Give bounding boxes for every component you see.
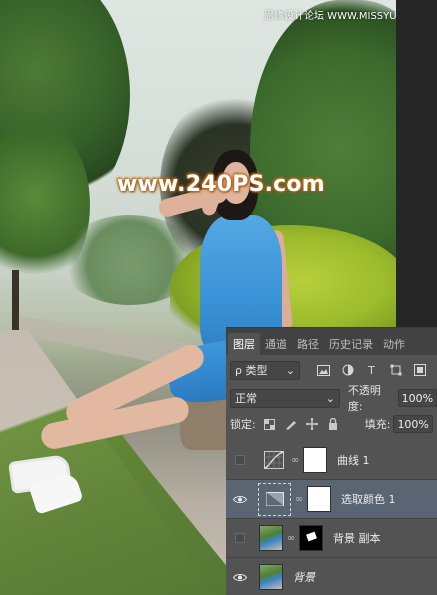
hidden-visibility-icon <box>234 455 245 465</box>
lock-icons <box>264 418 339 430</box>
layer-name[interactable]: 曲线 1 <box>337 452 370 468</box>
layer-mask-thumbnail[interactable] <box>299 525 323 551</box>
chevron-down-icon: ⌄ <box>325 391 335 405</box>
visibility-toggle[interactable] <box>226 533 253 543</box>
panel-tab-bar: 图层 通道 路径 历史记录 动作 <box>226 328 437 355</box>
link-icon[interactable]: ∞ <box>293 494 305 505</box>
layer-curves-1[interactable]: ∞ 曲线 1 <box>226 441 437 480</box>
smart-object-filter-icon[interactable] <box>412 364 427 377</box>
lock-transparent-pixels-icon[interactable] <box>264 418 276 430</box>
link-icon[interactable]: ∞ <box>285 533 297 544</box>
tab-layers[interactable]: 图层 <box>228 333 260 355</box>
blend-mode-value: 正常 <box>235 392 257 405</box>
workspace-strip <box>396 0 437 328</box>
tree-trunk <box>12 270 19 330</box>
lock-row: 锁定: 填充: 100% <box>226 413 437 435</box>
layer-mask-thumbnail[interactable] <box>303 447 327 473</box>
visibility-toggle[interactable] <box>226 495 253 504</box>
adjustment-filter-icon[interactable] <box>340 364 355 377</box>
tab-channels[interactable]: 通道 <box>260 333 292 355</box>
image-filter-icon[interactable] <box>316 364 331 377</box>
link-icon[interactable]: ∞ <box>289 455 301 466</box>
layer-thumbnail[interactable] <box>259 564 283 590</box>
layers-panel: 图层 通道 路径 历史记录 动作 ρ 类型 ⌄ T 正常 ⌄ 不透明度: 100… <box>226 327 437 595</box>
layer-name[interactable]: 选取颜色 1 <box>341 491 396 507</box>
tab-paths[interactable]: 路径 <box>292 333 324 355</box>
layer-name[interactable]: 背景 副本 <box>333 530 381 546</box>
blend-row: 正常 ⌄ 不透明度: 100% <box>226 384 437 413</box>
curves-icon <box>261 447 287 473</box>
shape-filter-icon[interactable] <box>388 364 403 377</box>
filter-label: ρ 类型 <box>235 364 268 377</box>
lock-image-pixels-icon[interactable] <box>285 418 297 430</box>
selective-color-icon <box>258 482 291 516</box>
layer-filter-select[interactable]: ρ 类型 ⌄ <box>230 360 300 380</box>
type-filter-icon[interactable]: T <box>364 364 379 377</box>
lock-position-icon[interactable] <box>305 418 318 430</box>
layer-background-copy[interactable]: ∞ 背景 副本 <box>226 519 437 558</box>
filter-icons: T <box>316 364 427 377</box>
layer-thumbnail[interactable] <box>259 525 283 551</box>
blend-mode-select[interactable]: 正常 ⌄ <box>230 388 340 408</box>
layer-list: ∞ 曲线 1 ∞ 选取颜色 1 ∞ 背景 副本 背景 <box>226 441 437 595</box>
layer-name[interactable]: 背景 <box>293 569 315 585</box>
chevron-down-icon: ⌄ <box>285 363 295 377</box>
lock-label: 锁定: <box>230 418 256 431</box>
visibility-toggle[interactable] <box>226 573 253 582</box>
tab-actions[interactable]: 动作 <box>378 333 410 355</box>
opacity-label: 不透明度: <box>347 384 381 413</box>
layer-mask-thumbnail[interactable] <box>307 486 331 512</box>
opacity-input[interactable]: 100% <box>397 389 437 407</box>
watermark-240ps: www.240PS.com <box>117 172 325 197</box>
layer-background[interactable]: 背景 <box>226 558 437 595</box>
visibility-toggle[interactable] <box>226 455 253 465</box>
lock-all-icon[interactable] <box>327 418 339 430</box>
fill-input[interactable]: 100% <box>393 415 434 433</box>
fill-label: 填充: <box>364 418 391 431</box>
hidden-visibility-icon <box>234 533 245 543</box>
layer-selective-color-1[interactable]: ∞ 选取颜色 1 <box>226 480 437 519</box>
filter-row: ρ 类型 ⌄ T <box>226 357 437 383</box>
tab-history[interactable]: 历史记录 <box>324 333 378 355</box>
